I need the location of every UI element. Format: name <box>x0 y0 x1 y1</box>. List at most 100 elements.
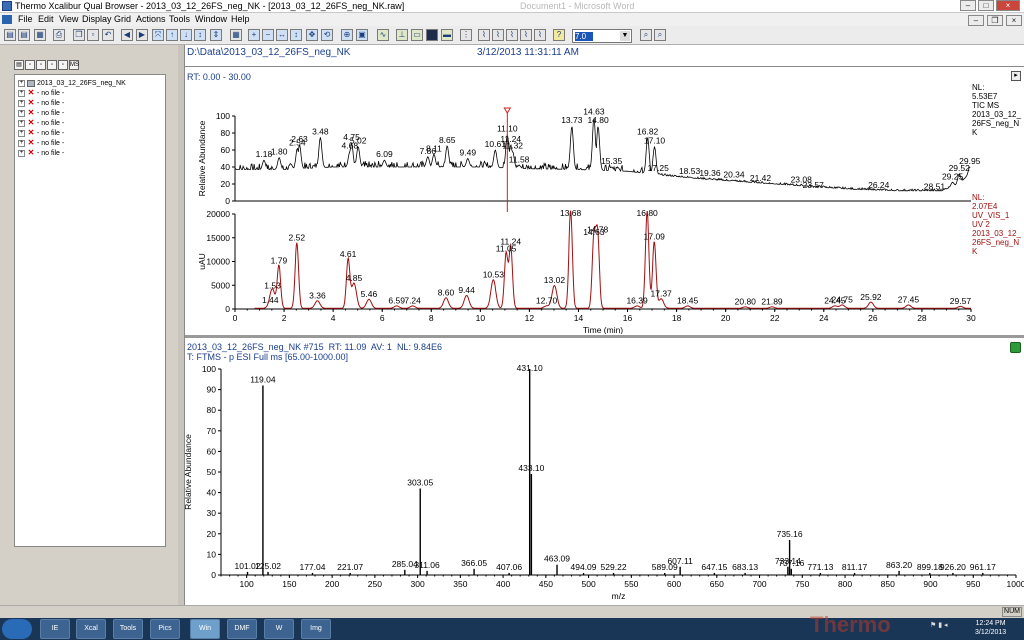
clock[interactable]: 12:24 PM 3/12/2013 <box>975 619 1006 637</box>
spectrum-icon[interactable]: ⊥ <box>396 29 408 41</box>
menu-display[interactable]: Display <box>82 13 112 26</box>
expand-icon[interactable]: + <box>18 89 25 97</box>
pin-icon[interactable] <box>1010 342 1021 353</box>
missing-file-icon: ✕ <box>27 118 35 128</box>
ms-icon[interactable]: MS <box>69 60 79 70</box>
taskbar-app[interactable]: Win <box>190 619 220 639</box>
mass-spectrum-chart[interactable]: 0 10 20 30 40 50 60 70 80 90 100 100 150 200 250 300 350… <box>185 363 1024 605</box>
uv-chart[interactable]: 050001000015000200000 2 4 6 8 10 12 14 16 18 20 22 2… <box>185 208 1024 334</box>
menu-grid[interactable]: Grid <box>114 13 131 26</box>
expand-icon[interactable]: + <box>18 109 25 117</box>
next-icon[interactable]: ▶ <box>136 29 148 41</box>
chromatogram-icon[interactable]: ∿ <box>377 29 389 41</box>
save-icon[interactable]: ▦ <box>34 29 46 41</box>
map-icon[interactable]: ▭ <box>411 29 423 41</box>
taskbar-app[interactable]: IE <box>40 619 70 639</box>
zoom-y-icon[interactable]: ↕ <box>290 29 302 41</box>
tree-item-empty[interactable]: + ✕ - no file - <box>18 109 64 118</box>
chevron-down-icon[interactable]: ▼ <box>620 31 630 41</box>
tree-item-empty[interactable]: + ✕ - no file - <box>18 139 64 148</box>
mdi-close-button[interactable]: × <box>1006 15 1022 26</box>
page-icon[interactable]: ▫ <box>25 60 35 70</box>
scale-up-icon[interactable]: ↑ <box>166 29 178 41</box>
menu-file[interactable]: File <box>18 13 33 26</box>
print-icon[interactable]: ⎙ <box>53 29 65 41</box>
normalization-icon[interactable]: ⌇ <box>534 29 546 41</box>
network-icon[interactable]: ▮ <box>938 622 942 629</box>
menu-window[interactable]: Window <box>195 13 227 26</box>
info-line: K <box>972 247 978 256</box>
go-to-rt-icon[interactable]: ⌕ <box>640 29 652 41</box>
zoom-all-icon[interactable]: ⊕ <box>341 29 353 41</box>
status-icon[interactable]: ▫ <box>36 60 46 70</box>
tree-item-root[interactable]: +2013_03_12_26FS_neg_NK <box>18 79 126 88</box>
scan-filters-icon[interactable]: ▬ <box>441 29 453 41</box>
help-icon[interactable]: ? <box>553 29 565 41</box>
menu-actions[interactable]: Actions <box>136 13 166 26</box>
taskbar-app[interactable]: Tools <box>113 619 143 639</box>
labels-icon[interactable]: ⌇ <box>520 29 532 41</box>
autorange-icon[interactable]: ⤧ <box>152 29 164 41</box>
menu-view[interactable]: View <box>59 13 78 26</box>
menu-help[interactable]: Help <box>231 13 250 26</box>
taskbar-app[interactable]: Img <box>301 619 331 639</box>
view-icon[interactable]: ⋮ <box>460 29 472 41</box>
mdi-restore-button[interactable]: ❐ <box>986 15 1003 26</box>
pane-pin-icon[interactable]: ▸ <box>1011 71 1021 81</box>
paste-icon[interactable]: ▫ <box>87 29 99 41</box>
flag-icon[interactable]: ⚑ <box>930 622 936 629</box>
tic-chart[interactable]: 020406080100Relative Abundance 1.181.802.… <box>185 82 1024 212</box>
close-button[interactable]: × <box>996 0 1020 11</box>
normalize-icon[interactable]: ↕ <box>194 29 206 41</box>
pan-icon[interactable]: ✥ <box>306 29 318 41</box>
start-button[interactable] <box>2 619 32 639</box>
mdi-minimize-button[interactable]: – <box>967 15 984 26</box>
pin-icon[interactable]: ⇕ <box>210 29 222 41</box>
copy-icon[interactable]: ❐ <box>73 29 85 41</box>
chromatogram-pane[interactable]: RT: 0.00 - 30.00 ▸ 0 20 40 60 80 100 Relative … <box>185 68 1024 338</box>
tune-icon[interactable]: ▫ <box>58 60 68 70</box>
rt-value[interactable]: 7.0 <box>575 32 593 41</box>
zoom-box-icon[interactable]: ▣ <box>356 29 368 41</box>
taskbar-app[interactable]: DMF <box>227 619 257 639</box>
maximize-button[interactable]: □ <box>978 0 994 11</box>
open-icon[interactable]: ▤ <box>4 29 16 41</box>
expand-icon[interactable]: + <box>18 129 25 137</box>
tree-item-empty[interactable]: + ✕ - no file - <box>18 149 64 158</box>
tree-item-empty[interactable]: + ✕ - no file - <box>18 99 64 108</box>
taskbar-app[interactable]: Xcal <box>76 619 106 639</box>
undo-icon[interactable]: ↶ <box>102 29 114 41</box>
tree-item-empty[interactable]: + ✕ - no file - <box>18 89 64 98</box>
zoom-x-icon[interactable]: ↔ <box>276 29 288 41</box>
grid-icon[interactable]: ▦ <box>230 29 242 41</box>
find-icon[interactable]: ⌕ <box>654 29 666 41</box>
menu-tools[interactable]: Tools <box>169 13 190 26</box>
expand-icon[interactable]: + <box>18 139 25 147</box>
zoom-out-icon[interactable]: − <box>262 29 274 41</box>
styles-icon[interactable]: ⌇ <box>506 29 518 41</box>
minimize-button[interactable]: – <box>960 0 976 11</box>
open-layout-icon[interactable]: ▤ <box>18 29 30 41</box>
tree-item-empty[interactable]: + ✕ - no file - <box>18 129 64 138</box>
reset-icon[interactable]: ⟲ <box>321 29 333 41</box>
volume-icon[interactable]: ◂ <box>944 622 948 629</box>
menu-edit[interactable]: Edit <box>38 13 54 26</box>
expand-icon[interactable]: + <box>18 119 25 127</box>
ranges-icon[interactable]: ⌇ <box>492 29 504 41</box>
peak-label: 18.45 <box>677 296 699 306</box>
expand-icon[interactable]: + <box>18 79 25 87</box>
summary-icon[interactable]: ▤ <box>14 60 24 70</box>
taskbar-app[interactable]: Pics <box>150 619 180 639</box>
display-options-icon[interactable]: ⌇ <box>478 29 490 41</box>
scan-header-icon[interactable] <box>426 29 438 41</box>
tree-item-empty[interactable]: + ✕ - no file - <box>18 119 64 128</box>
rt-combobox[interactable]: 7.0 ▼ <box>572 29 632 43</box>
zoom-in-icon[interactable]: + <box>248 29 260 41</box>
expand-icon[interactable]: + <box>18 149 25 157</box>
expand-icon[interactable]: + <box>18 99 25 107</box>
scale-down-icon[interactable]: ↓ <box>180 29 192 41</box>
previous-icon[interactable]: ◀ <box>121 29 133 41</box>
method-icon[interactable]: ▫ <box>47 60 57 70</box>
spectrum-pane[interactable]: 2013_03_12_26FS_neg_NK #715 RT: 11.09 AV… <box>185 341 1024 605</box>
taskbar-app[interactable]: W <box>264 619 294 639</box>
